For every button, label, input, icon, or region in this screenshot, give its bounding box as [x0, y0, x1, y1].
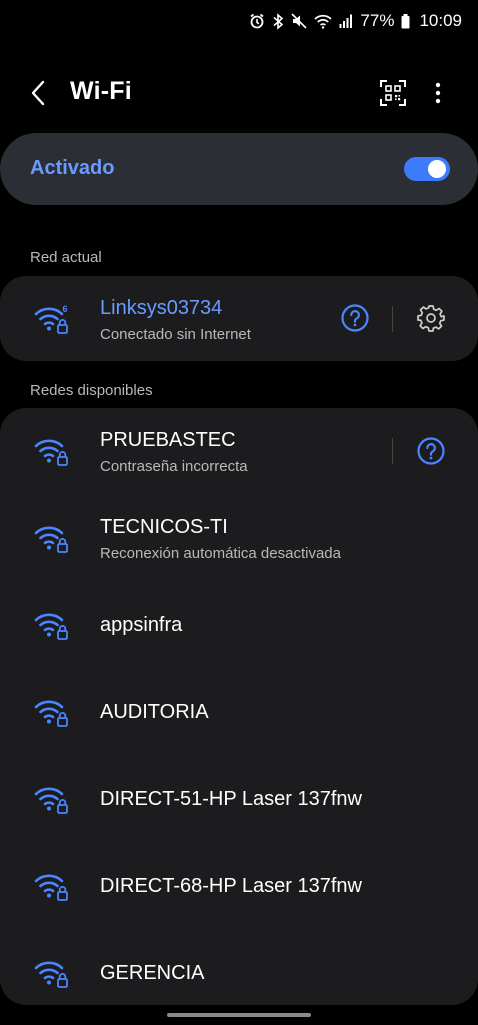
available-networks-card: PRUEBASTEC Contraseña incorrecta TECNICO…	[0, 408, 478, 1005]
network-name: PRUEBASTEC	[100, 429, 236, 451]
network-row[interactable]: PRUEBASTEC Contraseña incorrecta	[0, 408, 478, 495]
status-bar: 77% 10:09	[0, 0, 478, 42]
battery-icon	[401, 13, 410, 28]
info-button[interactable]	[341, 304, 369, 332]
wifi-6-secured-icon: 6	[34, 304, 68, 334]
wifi-switch[interactable]	[404, 157, 450, 181]
bluetooth-icon	[273, 12, 284, 30]
network-row[interactable]: AUDITORIA	[0, 669, 478, 756]
network-name: DIRECT-68-HP Laser 137fnw	[100, 875, 362, 897]
network-row[interactable]: appsinfra	[0, 582, 478, 669]
network-name: GERENCIA	[100, 962, 205, 984]
app-header: Wi-Fi	[0, 70, 478, 116]
mute-icon	[291, 13, 307, 29]
network-row[interactable]: TECNICOS-TI Reconexión automática desact…	[0, 495, 478, 582]
battery-percentage: 77%	[360, 11, 395, 30]
current-network-card: 6 Linksys03734 Conectado sin Internet	[0, 276, 478, 361]
gear-icon	[417, 305, 445, 332]
current-network-row[interactable]: 6 Linksys03734 Conectado sin Internet	[0, 276, 478, 361]
page-title: Wi-Fi	[70, 77, 132, 105]
wifi-status-icon	[314, 14, 333, 29]
alarm-icon	[250, 13, 264, 29]
question-icon	[341, 304, 369, 332]
network-settings-button[interactable]	[417, 304, 445, 332]
wifi-master-toggle[interactable]: Activado	[0, 133, 478, 205]
switch-knob	[428, 160, 446, 178]
current-network-name: Linksys03734	[100, 297, 223, 319]
svg-text:6: 6	[63, 304, 68, 314]
qr-code-icon	[380, 80, 406, 106]
network-status: Contraseña incorrecta	[100, 458, 248, 475]
network-name: appsinfra	[100, 614, 183, 636]
network-name: AUDITORIA	[100, 701, 209, 723]
available-networks-header: Redes disponibles	[30, 382, 153, 399]
signal-icon	[339, 14, 353, 28]
wifi-secured-icon	[34, 874, 68, 901]
wifi-secured-icon	[34, 439, 68, 466]
network-name: TECNICOS-TI	[100, 516, 228, 538]
toggle-label: Activado	[30, 157, 115, 179]
wifi-secured-icon	[34, 613, 68, 640]
network-row[interactable]: DIRECT-68-HP Laser 137fnw	[0, 843, 478, 930]
current-network-status: Conectado sin Internet	[100, 326, 251, 343]
qr-scan-button[interactable]	[380, 80, 406, 106]
network-row[interactable]: GERENCIA	[0, 930, 478, 1005]
info-button[interactable]	[417, 437, 445, 465]
more-options-button[interactable]	[428, 80, 448, 106]
network-status: Reconexión automática desactivada	[100, 545, 341, 562]
wifi-secured-icon	[34, 700, 68, 727]
question-icon	[417, 437, 445, 465]
divider	[392, 438, 393, 464]
wifi-secured-icon	[34, 526, 68, 553]
current-network-header: Red actual	[30, 249, 102, 266]
wifi-secured-icon	[34, 961, 68, 988]
home-indicator[interactable]	[167, 1013, 311, 1017]
divider	[392, 306, 393, 332]
clock: 10:09	[419, 11, 462, 30]
chevron-left-icon	[31, 80, 45, 106]
wifi-secured-icon	[34, 787, 68, 814]
more-vertical-icon	[435, 82, 441, 104]
back-button[interactable]	[26, 79, 52, 107]
network-row[interactable]: DIRECT-51-HP Laser 137fnw	[0, 756, 478, 843]
network-name: DIRECT-51-HP Laser 137fnw	[100, 788, 362, 810]
